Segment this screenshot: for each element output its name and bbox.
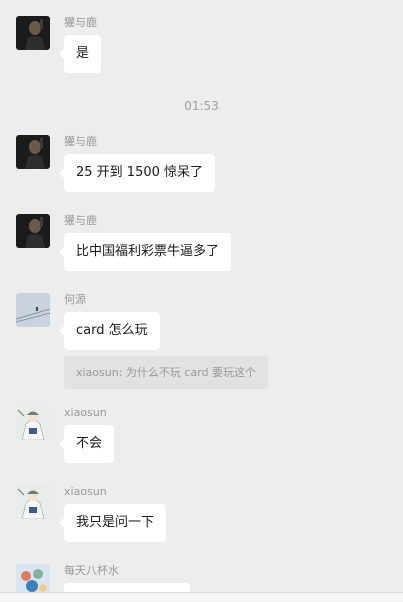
sender-name: xiaosun <box>64 485 107 498</box>
quoted-message[interactable]: xiaosun: 为什么不玩 card 要玩这个 <box>64 356 269 389</box>
input-area-edge <box>0 592 403 602</box>
avatar[interactable] <box>16 214 50 248</box>
message-timestamp: 01:53 <box>184 99 219 113</box>
sender-name: xiaosun <box>64 406 107 419</box>
message-bubble[interactable]: 是 <box>58 35 102 73</box>
chat-message-list[interactable]: 獾与鹿 是 01:53 獾与鹿 25 开到 1500 惊呆了 獾与鹿 比中国福利… <box>0 0 403 602</box>
sender-name: 獾与鹿 <box>64 135 97 148</box>
sender-name: 何源 <box>64 293 86 306</box>
message-bubble[interactable]: 25 开到 1500 惊呆了 <box>58 154 216 192</box>
message-bubble[interactable]: 不会 <box>58 425 115 463</box>
message-bubble[interactable]: 比中国福利彩票牛逼多了 <box>58 233 232 271</box>
message-bubble[interactable]: card 怎么玩 <box>59 312 160 350</box>
sender-name: 獾与鹿 <box>64 214 97 227</box>
sender-name: 每天八杯水 <box>64 564 119 577</box>
avatar[interactable] <box>16 485 50 519</box>
avatar[interactable] <box>16 293 50 327</box>
avatar[interactable] <box>16 135 50 169</box>
avatar[interactable] <box>16 16 50 50</box>
avatar[interactable] <box>16 406 50 440</box>
message-bubble[interactable]: 我只是问一下 <box>58 504 167 542</box>
sender-name: 獾与鹿 <box>64 16 97 29</box>
